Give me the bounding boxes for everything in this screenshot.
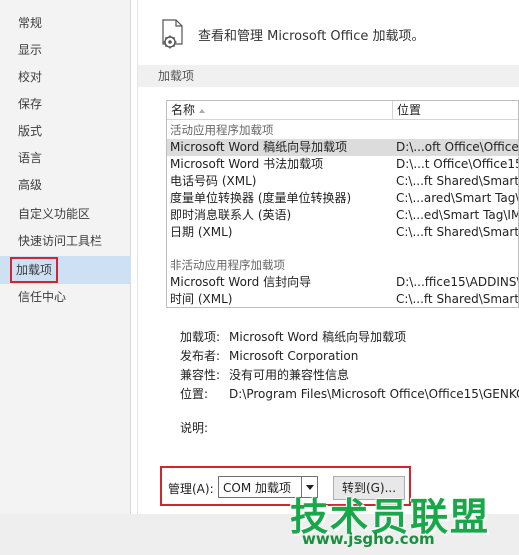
cell-name: 电话号码 (XML) <box>170 174 257 188</box>
detail-value: D:\Program Files\Microsoft Office\Office… <box>229 387 519 401</box>
cell-location: C:\...ed\Smart Tag\IM <box>396 208 519 222</box>
group-inactive-label: 非活动应用程序加载项 <box>170 258 285 272</box>
table-header: 名称 位置 <box>167 101 518 120</box>
table-row[interactable]: Microsoft Word 书法加载项 D:\...t Office\Offi… <box>167 156 518 173</box>
cell-location: C:\...ared\Smart Tag\ <box>396 191 519 205</box>
cell-location: D:\...oft Office\Office1 <box>396 140 519 154</box>
sidebar-item-save[interactable]: 保存 <box>0 91 131 117</box>
sidebar-item-label: 快速访问工具栏 <box>18 234 103 248</box>
sidebar-item-label: 高级 <box>18 178 43 192</box>
sidebar-item-label: 版式 <box>18 124 43 138</box>
table-row[interactable]: 即时消息联系人 (英语) C:\...ed\Smart Tag\IM <box>167 207 518 224</box>
cell-name: Microsoft Word 信封向导 <box>170 275 312 289</box>
detail-description: 说明: <box>180 419 519 438</box>
manage-label: 管理(A): <box>168 482 214 496</box>
sidebar-item-label: 加载项 <box>9 257 59 283</box>
detail-label: 兼容性: <box>180 368 221 382</box>
table-row[interactable]: Microsoft Word 稿纸向导加载项 D:\...oft Office\… <box>167 139 518 156</box>
detail-label: 加载项: <box>180 330 221 344</box>
cell-location: C:\...ft Shared\Smart T <box>396 174 519 188</box>
gear-document-icon <box>160 18 186 50</box>
cell-location: C:\...ft Shared\Smart T <box>396 292 519 306</box>
cell-location: C:\...ft Shared\Smart T <box>396 225 519 239</box>
detail-label: 说明: <box>180 421 209 435</box>
sidebar-item-display[interactable]: 显示 <box>0 37 131 63</box>
cell-name: 度量单位转换器 (度量单位转换器) <box>170 191 352 205</box>
cell-location: D:\...ffice15\ADDINS\C <box>396 275 519 289</box>
table-row[interactable]: Microsoft Word 信封向导 D:\...ffice15\ADDINS… <box>167 274 518 291</box>
site-watermark: 技术员联盟 www.jsgho.com <box>280 486 519 555</box>
sidebar-item-layout[interactable]: 版式 <box>0 118 131 144</box>
sidebar-item-label: 语言 <box>18 151 43 165</box>
table-row[interactable]: 时间 (XML) C:\...ft Shared\Smart T <box>167 291 519 307</box>
column-header-name[interactable]: 名称 <box>167 101 393 120</box>
sidebar-item-label: 显示 <box>18 43 43 57</box>
detail-label: 发布者: <box>180 349 221 363</box>
detail-value: Microsoft Word 稿纸向导加载项 <box>229 330 407 344</box>
detail-value: 没有可用的兼容性信息 <box>229 368 350 382</box>
cell-name: Microsoft Word 稿纸向导加载项 <box>170 140 348 154</box>
options-sidebar: 常规 显示 校对 保存 版式 语言 高级 自定义功能区 快速访问工具栏 加载项 … <box>0 0 131 514</box>
sidebar-item-advanced[interactable]: 高级 <box>0 172 131 198</box>
sidebar-item-label: 保存 <box>18 97 43 111</box>
sidebar-item-general[interactable]: 常规 <box>0 10 131 36</box>
sidebar-item-label: 校对 <box>18 70 43 84</box>
sidebar-item-label: 信任中心 <box>18 290 67 304</box>
table-row[interactable]: 度量单位转换器 (度量单位转换器) C:\...ared\Smart Tag\ <box>167 190 518 207</box>
sidebar-item-trust-center[interactable]: 信任中心 <box>0 284 131 310</box>
cell-name: 时间 (XML) <box>170 292 233 306</box>
column-header-location[interactable]: 位置 <box>393 101 518 120</box>
detail-addin: 加载项: Microsoft Word 稿纸向导加载项 <box>180 328 519 347</box>
group-active-label: 活动应用程序加载项 <box>170 123 274 137</box>
detail-location: 位置: D:\Program Files\Microsoft Office\Of… <box>180 385 519 404</box>
column-header-label: 位置 <box>397 103 422 117</box>
detail-publisher: 发布者: Microsoft Corporation <box>180 347 519 366</box>
sidebar-item-label: 自定义功能区 <box>18 207 91 221</box>
watermark-url: www.jsgho.com <box>302 530 435 548</box>
cell-name: Microsoft Word 书法加载项 <box>170 157 324 171</box>
page-header: 查看和管理 Microsoft Office 加载项。 <box>160 14 425 54</box>
cell-name: 即时消息联系人 (英语) <box>170 208 292 222</box>
sidebar-item-proofing[interactable]: 校对 <box>0 64 131 90</box>
page-title: 查看和管理 Microsoft Office 加载项。 <box>198 28 425 44</box>
detail-label: 位置: <box>180 387 209 401</box>
cell-location: D:\...t Office\Office15\ <box>396 157 519 171</box>
table-row[interactable]: 日期 (XML) C:\...ft Shared\Smart T <box>167 224 518 241</box>
sidebar-item-customize-ribbon[interactable]: 自定义功能区 <box>0 201 131 227</box>
table-row[interactable]: 电话号码 (XML) C:\...ft Shared\Smart T <box>167 173 518 190</box>
detail-compatibility: 兼容性: 没有可用的兼容性信息 <box>180 366 519 385</box>
sidebar-item-addins[interactable]: 加载项 <box>0 256 131 284</box>
section-title: 加载项 <box>138 65 519 87</box>
sort-up-icon <box>199 108 206 113</box>
cell-name: 日期 (XML) <box>170 225 233 239</box>
addins-list[interactable]: 名称 位置 活动应用程序加载项 Microsoft Word 稿纸向导加载项 D… <box>166 100 519 308</box>
sidebar-item-language[interactable]: 语言 <box>0 145 131 171</box>
detail-value: Microsoft Corporation <box>229 349 359 363</box>
column-header-label: 名称 <box>171 103 196 117</box>
sidebar-item-quick-access-toolbar[interactable]: 快速访问工具栏 <box>0 228 131 254</box>
sidebar-item-label: 常规 <box>18 16 43 30</box>
